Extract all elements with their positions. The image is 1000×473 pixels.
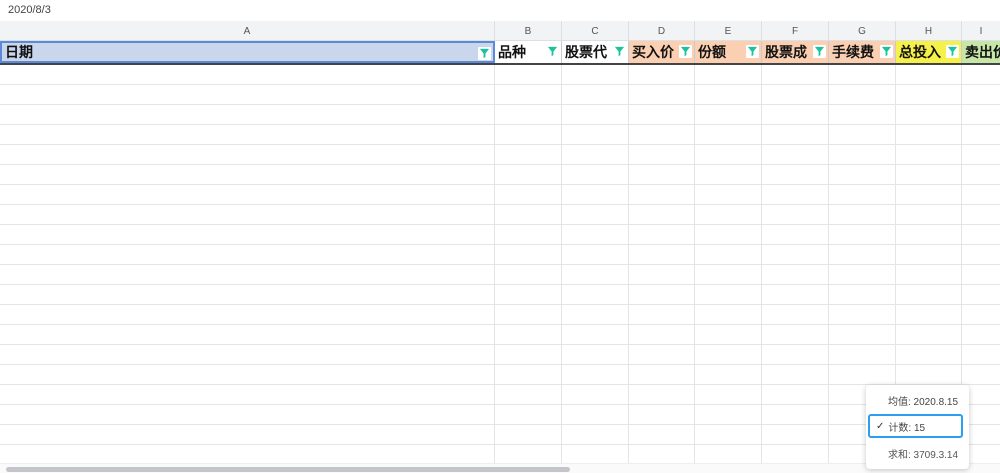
column-header-i[interactable]: I	[962, 21, 1000, 41]
column-divider	[694, 65, 695, 463]
column-header-g[interactable]: G	[829, 21, 896, 41]
field-cell-variety[interactable]: 品种	[495, 41, 562, 63]
stat-sum-text: 求和: 3709.3.14	[888, 449, 959, 461]
column-header-b[interactable]: B	[495, 21, 562, 41]
column-header-f[interactable]: F	[762, 21, 829, 41]
cell-grid[interactable]	[0, 65, 1000, 463]
field-label: 品种	[498, 45, 526, 61]
column-divider	[561, 65, 562, 463]
field-label: 总投入	[899, 45, 941, 61]
field-label: 买入价	[632, 45, 674, 61]
column-header-d[interactable]: D	[629, 21, 695, 41]
selection-stats-popup: 均值: 2020.8.15 ✓ 计数: 15 求和: 3709.3.14	[866, 385, 969, 469]
formula-bar[interactable]: 2020/8/3	[0, 0, 1000, 21]
filter-icon[interactable]	[613, 45, 626, 58]
column-header-e[interactable]: E	[695, 21, 762, 41]
column-divider	[761, 65, 762, 463]
field-cell-fee[interactable]: 手续费	[829, 41, 896, 63]
field-header-row: 日期 品种 股票代 买入价 份额 股票成 手续费 总投入 卖出价	[0, 41, 1000, 65]
filter-icon[interactable]	[946, 45, 959, 58]
field-label: 卖出价	[965, 45, 1000, 61]
field-cell-sell-price[interactable]: 卖出价	[962, 41, 1000, 63]
field-cell-buy-price[interactable]: 买入价	[629, 41, 695, 63]
scrollbar-thumb[interactable]	[6, 467, 570, 472]
column-divider	[828, 65, 829, 463]
field-cell-date[interactable]: 日期	[0, 41, 495, 63]
stat-count-option[interactable]: ✓ 计数: 15	[868, 414, 963, 438]
stat-sum-option[interactable]: 求和: 3709.3.14	[866, 441, 969, 465]
field-cell-shares[interactable]: 份额	[695, 41, 762, 63]
field-label: 份额	[698, 45, 726, 61]
field-label: 股票代	[565, 45, 607, 61]
column-header-row: A B C D E F G H I	[0, 21, 1000, 41]
filter-icon[interactable]	[679, 45, 692, 58]
horizontal-scrollbar[interactable]	[0, 463, 1000, 473]
column-divider	[494, 65, 495, 463]
checkmark-icon: ✓	[876, 420, 885, 432]
filter-icon[interactable]	[813, 45, 826, 58]
field-label: 日期	[5, 45, 33, 61]
stat-average-text: 均值: 2020.8.15	[888, 396, 959, 408]
column-header-a[interactable]: A	[0, 21, 495, 41]
stat-average-option[interactable]: 均值: 2020.8.15	[866, 388, 969, 412]
column-divider	[628, 65, 629, 463]
cell-value-text: 2020/8/3	[8, 4, 51, 16]
filter-icon[interactable]	[880, 45, 893, 58]
filter-icon[interactable]	[746, 45, 759, 58]
column-header-h[interactable]: H	[896, 21, 962, 41]
field-cell-total-investment[interactable]: 总投入	[896, 41, 962, 63]
column-header-c[interactable]: C	[562, 21, 629, 41]
filter-icon[interactable]	[546, 45, 559, 58]
field-label: 手续费	[832, 45, 874, 61]
field-label: 股票成	[765, 45, 807, 61]
filter-icon[interactable]	[478, 47, 491, 60]
field-cell-stock-cost[interactable]: 股票成	[762, 41, 829, 63]
field-cell-stock-code[interactable]: 股票代	[562, 41, 629, 63]
stat-count-text: 计数: 15	[888, 422, 926, 434]
